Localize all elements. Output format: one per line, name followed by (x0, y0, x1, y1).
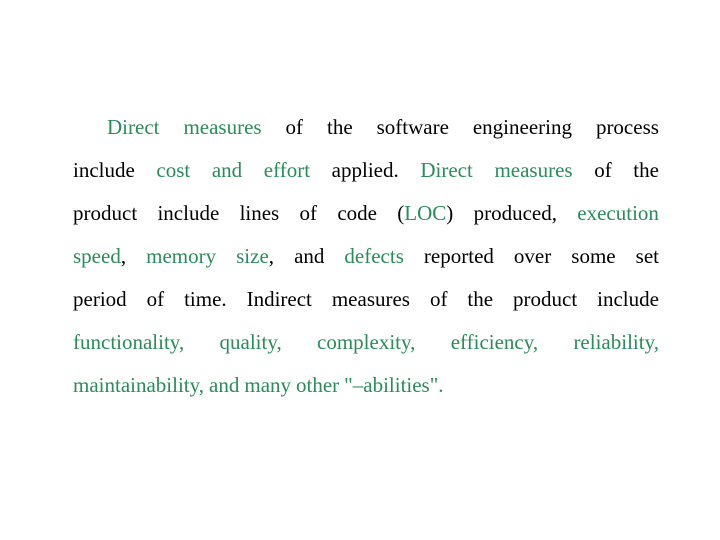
word: and (294, 244, 325, 268)
text-line: Direct measures of the software engineering pr… (73, 110, 659, 153)
word: some (571, 244, 616, 268)
word: product (73, 201, 138, 225)
highlighted-term: many (244, 373, 292, 397)
highlighted-term: Direct (107, 115, 160, 139)
word: of (429, 287, 448, 311)
highlighted-term: and (211, 158, 243, 182)
word: software (376, 115, 449, 139)
word: the (326, 115, 353, 139)
word: over (513, 244, 552, 268)
highlighted-term: Direct (420, 158, 473, 182)
word: speed, (73, 239, 126, 273)
word: of (285, 115, 304, 139)
text-line: speed, memory size, and defects reported over s… (73, 239, 659, 282)
word: time. (184, 287, 227, 311)
word: the (633, 158, 659, 182)
text-line: product include lines of code (LOC) produced, e… (73, 196, 659, 239)
highlighted-term: defects (344, 244, 404, 268)
highlighted-term: maintainability, (73, 373, 205, 397)
word: (LOC) (397, 196, 453, 230)
word: measures (331, 287, 410, 311)
highlighted-term: functionality, (73, 330, 185, 354)
highlighted-term: reliability, (573, 330, 659, 354)
highlighted-term: other (296, 373, 340, 397)
text-line: maintainability, and many other "–abilities"… (73, 368, 659, 411)
text-line: include cost and effort applied. Direct measur… (73, 153, 659, 196)
word: include (597, 287, 659, 311)
word: set (635, 244, 659, 268)
highlighted-term: complexity, (317, 330, 416, 354)
highlighted-term: LOC (404, 201, 447, 225)
word-part: , (268, 244, 275, 268)
word: produced, (473, 201, 557, 225)
highlighted-term: and (209, 373, 240, 397)
word-part: , (120, 244, 127, 268)
word: engineering (472, 115, 572, 139)
highlighted-term: measures (183, 115, 262, 139)
word: include (157, 201, 220, 225)
word: of (299, 201, 318, 225)
word: process (595, 115, 659, 139)
highlighted-term: execution (577, 201, 659, 225)
word: code (337, 201, 377, 225)
word: of (146, 287, 165, 311)
word: product (513, 287, 578, 311)
highlighted-term: measures (494, 158, 573, 182)
word: applied. (331, 158, 399, 182)
word: of (594, 158, 612, 182)
slide: Direct measures of the software engineering pr… (0, 0, 720, 540)
word: lines (239, 201, 280, 225)
highlighted-term: quality, (219, 330, 282, 354)
highlighted-term: effort (263, 158, 311, 182)
text-line: period of time. Indirect measures of the produc… (73, 282, 659, 325)
word-part: ) (446, 201, 454, 225)
text-line: functionality, quality, complexity, efficie… (73, 325, 659, 368)
word: include (73, 158, 135, 182)
word: reported (423, 244, 494, 268)
highlighted-term: memory (146, 244, 217, 268)
word: size, (236, 239, 274, 273)
word: period (73, 287, 127, 311)
highlighted-term: efficiency, (450, 330, 539, 354)
highlighted-term: cost (156, 158, 191, 182)
highlighted-term: speed (73, 244, 121, 268)
body-paragraph: Direct measures of the software engineering pr… (73, 110, 659, 411)
word: Indirect (246, 287, 312, 311)
word: the (467, 287, 494, 311)
highlighted-term: size (236, 244, 269, 268)
highlighted-term: "–abilities". (344, 373, 444, 397)
